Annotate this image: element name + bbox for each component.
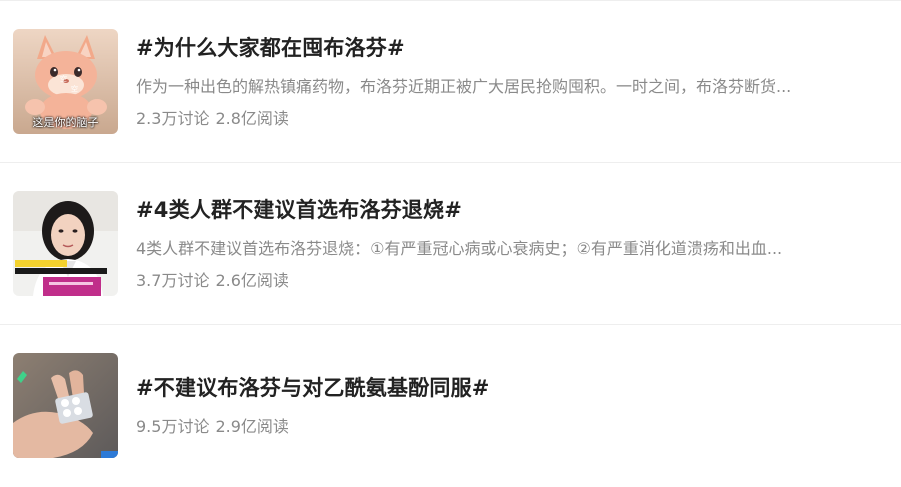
topic-description: 4类人群不建议首选布洛芬退烧：①有严重冠心病或心衰病史；②有严重消化道溃疡和出血… [136, 239, 783, 258]
topic-item[interactable]: #不建议布洛芬与对乙酰氨基酚同服# 9.5万讨论 2.9亿阅读 [0, 325, 901, 487]
topic-item[interactable]: 空 空 这是你的脑子 #为什么大家都在囤布洛芬# 作为一种出色的解热镇痛药物，布… [0, 1, 901, 163]
topic-item[interactable]: #4类人群不建议首选布洛芬退烧# 4类人群不建议首选布洛芬退烧：①有严重冠心病或… [0, 163, 901, 325]
read-count: 2.8亿阅读 [215, 109, 289, 128]
discussion-count: 3.7万讨论 [136, 271, 210, 290]
svg-text:空: 空 [71, 84, 78, 93]
topic-thumbnail[interactable] [13, 191, 118, 296]
topic-title[interactable]: #不建议布洛芬与对乙酰氨基酚同服# [136, 372, 490, 402]
topic-title[interactable]: #为什么大家都在囤布洛芬# [136, 32, 405, 62]
discussion-count: 2.3万讨论 [136, 109, 210, 128]
topic-title[interactable]: #4类人群不建议首选布洛芬退烧# [136, 194, 462, 224]
topic-stats: 2.3万讨论 2.8亿阅读 [136, 105, 289, 129]
doctor-video-icon [13, 191, 118, 296]
pill-blister-pack-icon [13, 353, 118, 458]
thumbnail-caption: 这是你的脑子 [32, 116, 99, 129]
topic-description: 作为一种出色的解热镇痛药物，布洛芬近期正被广大居民抢购囤积。一时之间，布洛芬断货… [136, 77, 792, 96]
read-count: 2.9亿阅读 [215, 417, 289, 436]
topic-stats: 3.7万讨论 2.6亿阅读 [136, 267, 289, 291]
topic-thumbnail[interactable]: 空 空 这是你的脑子 [13, 29, 118, 134]
topic-thumbnail[interactable] [13, 353, 118, 458]
svg-text:空: 空 [60, 74, 67, 83]
read-count: 2.6亿阅读 [215, 271, 289, 290]
topic-stats: 9.5万讨论 2.9亿阅读 [136, 413, 289, 437]
discussion-count: 9.5万讨论 [136, 417, 210, 436]
